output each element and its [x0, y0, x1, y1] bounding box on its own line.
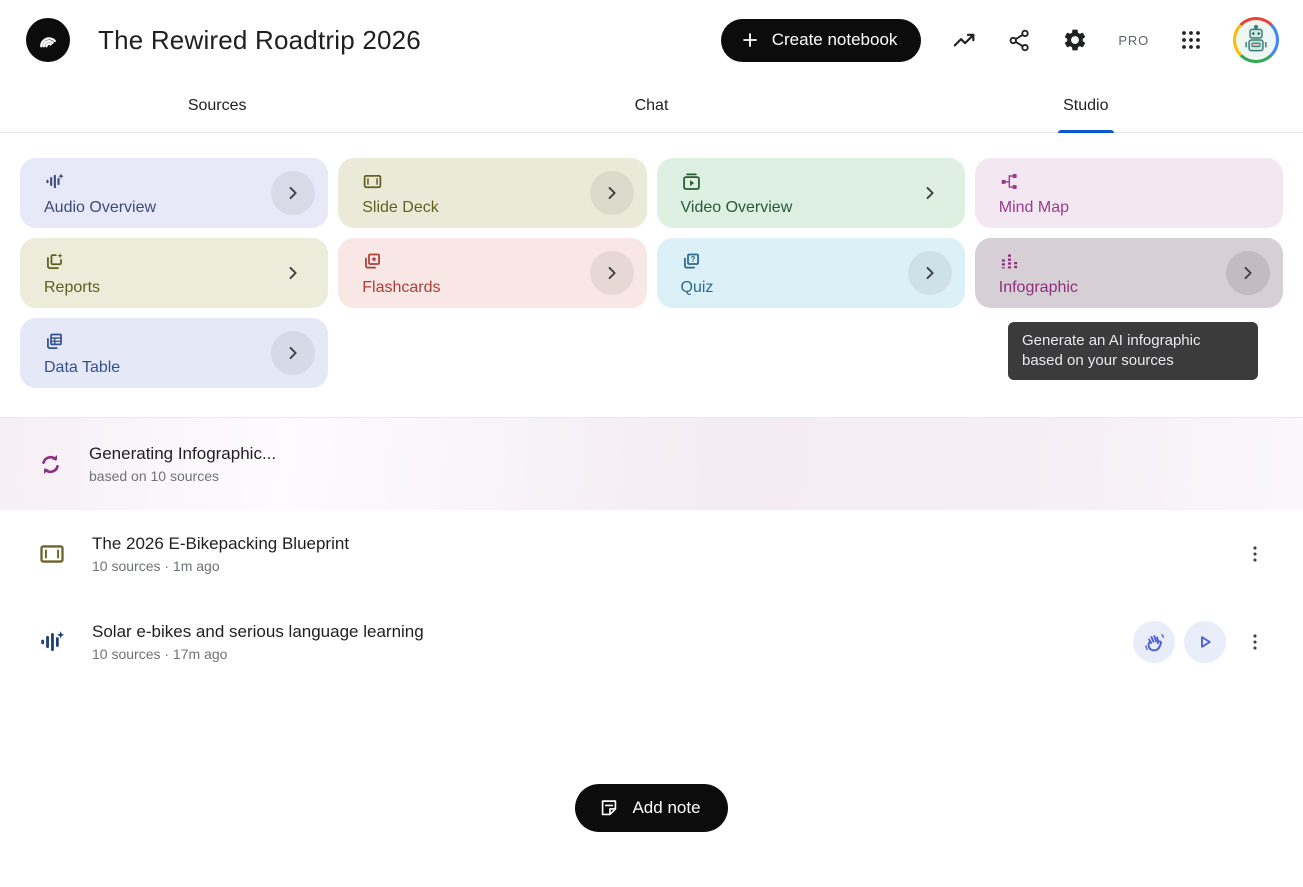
infographic-bars-icon	[999, 251, 1020, 272]
chevron-right-icon[interactable]	[908, 171, 952, 215]
audio-waveform-icon	[38, 628, 66, 656]
output-title: The 2026 E-Bikepacking Blueprint	[92, 534, 349, 554]
create-notebook-button[interactable]: Create notebook	[721, 19, 922, 62]
panel-tabs: Sources Chat Studio	[0, 80, 1303, 133]
play-button[interactable]	[1184, 621, 1226, 663]
chevron-right-icon[interactable]	[1226, 251, 1270, 295]
analytics-trending-up-icon[interactable]	[951, 27, 977, 53]
output-subtitle: based on 10 sources	[89, 468, 276, 484]
chevron-right-icon[interactable]	[271, 331, 315, 375]
card-audio-overview[interactable]: Audio Overview	[20, 158, 328, 228]
chevron-right-icon[interactable]	[271, 171, 315, 215]
data-table-icon	[44, 331, 65, 352]
quiz-icon	[681, 251, 702, 272]
footer: Add note	[0, 784, 1303, 832]
tooltip-line-1: Generate an AI infographic	[1022, 331, 1244, 351]
output-row-slide-deck[interactable]: The 2026 E-Bikepacking Blueprint 10 sour…	[0, 510, 1303, 598]
chevron-right-icon[interactable]	[271, 251, 315, 295]
output-row-generating-infographic[interactable]: Generating Infographic... based on 10 so…	[0, 418, 1303, 510]
kebab-menu-icon[interactable]	[1235, 534, 1275, 574]
audio-waveform-icon	[44, 171, 65, 192]
chevron-right-icon[interactable]	[590, 171, 634, 215]
flashcards-icon	[362, 251, 383, 272]
settings-gear-icon[interactable]	[1062, 27, 1088, 53]
card-data-table[interactable]: Data Table	[20, 318, 328, 388]
user-avatar[interactable]	[1233, 17, 1279, 63]
apps-grid-icon[interactable]	[1179, 28, 1203, 52]
create-notebook-label: Create notebook	[772, 30, 898, 50]
avatar-robot-image	[1236, 20, 1276, 60]
studio-outputs-list: Generating Infographic... based on 10 so…	[0, 418, 1303, 686]
chevron-right-icon[interactable]	[908, 251, 952, 295]
note-icon	[598, 797, 620, 819]
output-title: Solar e-bikes and serious language learn…	[92, 622, 424, 642]
notebook-title[interactable]: The Rewired Roadtrip 2026	[98, 25, 421, 56]
add-note-button[interactable]: Add note	[575, 784, 727, 832]
card-mind-map[interactable]: Mind Map	[975, 158, 1283, 228]
tab-studio[interactable]: Studio	[869, 80, 1303, 132]
app-header: The Rewired Roadtrip 2026 Create noteboo…	[0, 0, 1303, 80]
card-slide-deck[interactable]: Slide Deck	[338, 158, 646, 228]
share-icon[interactable]	[1007, 28, 1032, 53]
output-title: Generating Infographic...	[89, 444, 276, 464]
video-overview-icon	[681, 171, 702, 192]
tab-sources[interactable]: Sources	[0, 80, 434, 132]
card-quiz[interactable]: Quiz	[657, 238, 965, 308]
chevron-right-icon[interactable]	[590, 251, 634, 295]
card-reports[interactable]: Reports	[20, 238, 328, 308]
output-row-audio-overview[interactable]: Solar e-bikes and serious language learn…	[0, 598, 1303, 686]
add-note-label: Add note	[632, 798, 700, 818]
card-infographic[interactable]: Infographic	[975, 238, 1283, 308]
card-video-overview[interactable]: Video Overview	[657, 158, 965, 228]
reports-icon	[44, 251, 65, 272]
tooltip-line-2: based on your sources	[1022, 351, 1244, 371]
output-subtitle: 10 sources · 1m ago	[92, 558, 349, 574]
notebooklm-logo[interactable]	[26, 18, 70, 62]
infographic-tooltip: Generate an AI infographic based on your…	[1008, 322, 1258, 380]
slide-deck-icon	[38, 540, 66, 568]
sync-progress-icon	[38, 452, 63, 477]
plus-icon	[739, 29, 761, 51]
interactive-mode-hand-icon[interactable]	[1133, 621, 1175, 663]
kebab-menu-icon[interactable]	[1235, 622, 1275, 662]
output-subtitle: 10 sources · 17m ago	[92, 646, 424, 662]
slide-deck-icon	[362, 171, 383, 192]
mind-map-icon	[999, 171, 1020, 192]
card-flashcards[interactable]: Flashcards	[338, 238, 646, 308]
pro-badge: PRO	[1118, 33, 1149, 48]
tab-chat[interactable]: Chat	[434, 80, 868, 132]
